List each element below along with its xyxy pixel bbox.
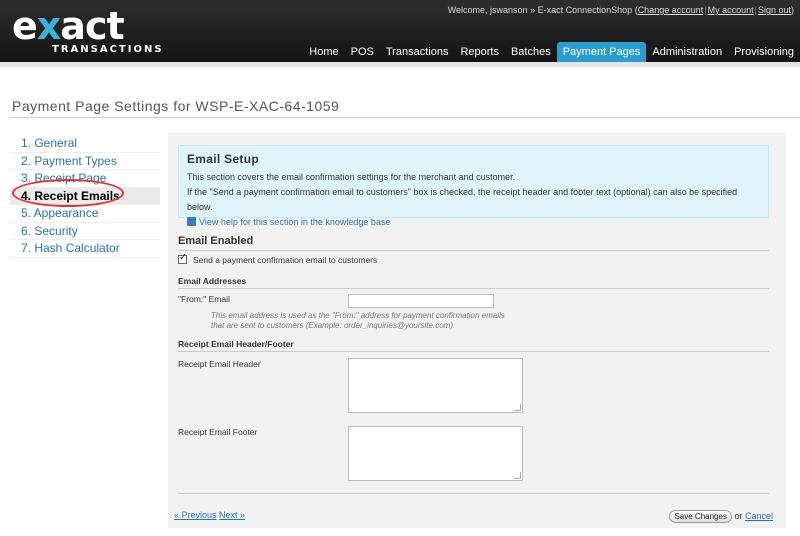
footer-divider bbox=[178, 493, 769, 494]
settings-panel: Email Setup This section covers the emai… bbox=[168, 133, 786, 528]
info-title: Email Setup bbox=[187, 152, 259, 166]
receipt-footer-label: Receipt Email Footer bbox=[178, 427, 258, 437]
title-divider bbox=[10, 117, 800, 118]
help-link[interactable]: View help for this section in the knowle… bbox=[199, 217, 390, 227]
nav-transactions[interactable]: Transactions bbox=[380, 42, 455, 62]
sidebar-item-general[interactable]: 1. General bbox=[10, 135, 160, 153]
nav-payment-pages[interactable]: Payment Pages bbox=[556, 42, 647, 62]
welcome-text: Welcome, jswanson bbox=[447, 5, 528, 15]
previous-link[interactable]: « Previous bbox=[174, 510, 217, 520]
sidebar-item-security[interactable]: 6. Security bbox=[10, 223, 160, 240]
info-line-2: If the "Send a payment confirmation emai… bbox=[187, 187, 738, 212]
cancel-link[interactable]: Cancel bbox=[745, 511, 773, 521]
top-header: exact TRANSACTIONS Welcome, jswanson » E… bbox=[0, 0, 800, 62]
nav-provisioning[interactable]: Provisioning bbox=[728, 42, 800, 62]
email-addresses-heading: Email Addresses bbox=[178, 276, 769, 289]
sidebar-item-appearance[interactable]: 5. Appearance bbox=[10, 205, 160, 223]
change-account-link[interactable]: Change account bbox=[638, 5, 704, 15]
or-text: or bbox=[734, 511, 743, 521]
sidebar-item-payment-types[interactable]: 2. Payment Types bbox=[10, 153, 160, 170]
save-changes-button[interactable]: Save Changes bbox=[669, 510, 732, 523]
user-bar: Welcome, jswanson » E-xact ConnectionSho… bbox=[447, 5, 794, 15]
nav-pos[interactable]: POS bbox=[345, 42, 380, 62]
nav-batches[interactable]: Batches bbox=[505, 42, 557, 62]
send-confirmation-checkbox[interactable] bbox=[178, 252, 187, 264]
info-line-1: This section covers the email confirmati… bbox=[187, 172, 516, 182]
from-email-label: "From:" Email bbox=[178, 294, 230, 304]
highlight-annotation-ring bbox=[12, 179, 124, 207]
header-strip bbox=[0, 62, 800, 67]
exact-logo[interactable]: exact TRANSACTIONS bbox=[10, 4, 162, 56]
from-email-input[interactable] bbox=[348, 294, 494, 308]
help-icon bbox=[187, 217, 196, 226]
breadcrumb-arrow: » bbox=[530, 5, 536, 15]
sign-out-link[interactable]: Sign out bbox=[758, 5, 791, 15]
nav-home[interactable]: Home bbox=[303, 42, 344, 62]
receipt-header-textarea[interactable] bbox=[348, 358, 523, 413]
receipt-footer-textarea[interactable] bbox=[348, 426, 523, 481]
header-footer-heading: Receipt Email Header/Footer bbox=[178, 339, 769, 352]
main-nav: Home POS Transactions Reports Batches Pa… bbox=[303, 42, 800, 62]
nav-reports[interactable]: Reports bbox=[454, 42, 505, 62]
nav-administration[interactable]: Administration bbox=[646, 42, 728, 62]
from-email-note: This email address is used as the "From:… bbox=[211, 311, 505, 330]
sidebar-item-hash-calculator[interactable]: 7. Hash Calculator bbox=[10, 240, 160, 258]
email-enabled-heading: Email Enabled bbox=[178, 235, 769, 251]
logo-wordmark: exact bbox=[12, 4, 125, 48]
send-confirmation-label: Send a payment confirmation email to cus… bbox=[193, 255, 378, 265]
my-account-link[interactable]: My account bbox=[708, 5, 754, 15]
receipt-header-label: Receipt Email Header bbox=[178, 359, 261, 369]
pager: « Previous Next » bbox=[174, 510, 245, 520]
next-link[interactable]: Next » bbox=[219, 510, 245, 520]
form-actions: Save Changes or Cancel bbox=[669, 510, 773, 523]
page-title: Payment Page Settings for WSP-E-XAC-64-1… bbox=[12, 98, 340, 114]
shop-name: E-xact ConnectionShop bbox=[537, 5, 633, 15]
info-box: Email Setup This section covers the emai… bbox=[178, 145, 769, 227]
logo-subtitle: TRANSACTIONS bbox=[52, 44, 164, 55]
